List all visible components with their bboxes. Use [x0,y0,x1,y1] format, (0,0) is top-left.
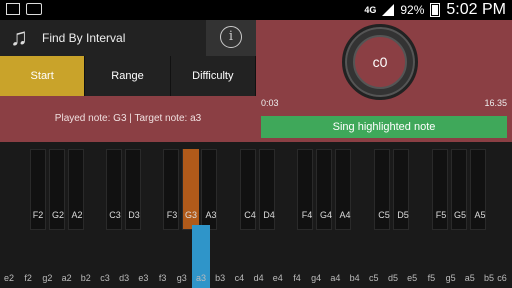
tab-bar: Start Range Difficulty [0,56,256,96]
network-type: 4G [364,5,377,15]
black-key-label: G3 [184,210,197,220]
sing-highlighted-note-button[interactable]: Sing highlighted note [261,116,507,138]
white-key-label[interactable]: f5 [421,273,441,283]
signal-icon [382,4,395,16]
info-panel: Played note: G3 | Target note: a3 [0,96,256,142]
white-key-label[interactable]: g2 [37,273,57,283]
battery-icon [430,3,441,17]
black-key-label: F5 [435,210,447,220]
white-key-label[interactable]: a3 [191,273,211,283]
black-key-label: G2 [51,210,64,220]
white-key-label[interactable]: b3 [210,273,230,283]
voicemail-icon [26,3,42,15]
white-key-label[interactable]: g3 [172,273,192,283]
played-target-text: Played note: G3 | Target note: a3 [54,113,202,124]
black-key-label: C3 [109,210,121,220]
white-key-label[interactable]: a4 [325,273,345,283]
white-key-label[interactable]: c4 [229,273,249,283]
black-key-label: A2 [71,210,83,220]
black-key-label: A4 [339,210,351,220]
clock: 5:02 PM [446,1,506,18]
music-notes-icon: ♫ [10,24,28,51]
white-key-label[interactable]: e2 [0,273,19,283]
pitch-panel: c0 0:03 16.35 Sing highlighted note [256,20,512,142]
black-key-label: D4 [263,210,275,220]
black-key-label: G4 [319,210,332,220]
white-key-label[interactable]: g4 [306,273,326,283]
info-icon: i [220,26,242,48]
detected-note: c0 [353,35,407,89]
white-key-label[interactable]: a2 [57,273,77,283]
white-key-label[interactable]: f3 [153,273,173,283]
white-key-label[interactable]: f2 [18,273,38,283]
white-key-label[interactable]: d4 [249,273,269,283]
white-key-label[interactable]: c3 [95,273,115,283]
white-key-label[interactable]: d3 [114,273,134,283]
white-key-label[interactable]: a5 [460,273,480,283]
elapsed-time: 0:03 [261,98,279,108]
black-key-label: F2 [32,210,44,220]
white-key-label[interactable]: b2 [76,273,96,283]
status-bar: 4G 92% 5:02 PM [0,0,512,20]
info-button[interactable]: i [206,20,256,56]
tab-start[interactable]: Start [0,56,86,96]
white-key-label[interactable]: e3 [133,273,153,283]
black-key-label: F4 [301,210,313,220]
white-key-label[interactable]: e4 [268,273,288,283]
white-key-label[interactable]: g5 [441,273,461,283]
white-key-label[interactable]: f4 [287,273,307,283]
black-key-label: C5 [378,210,390,220]
black-key-label: C4 [244,210,256,220]
tab-difficulty[interactable]: Difficulty [170,56,256,96]
white-key-label[interactable]: c5 [364,273,384,283]
battery-percent: 92% [400,3,425,17]
white-key-label[interactable]: d5 [383,273,403,283]
app-header: ♫ Find By Interval i [0,20,256,56]
black-key-label: G5 [453,210,466,220]
tab-range[interactable]: Range [85,56,171,96]
black-key-label: D3 [128,210,140,220]
black-key-label: A3 [205,210,217,220]
black-key-label: D5 [397,210,409,220]
pitch-dial: c0 [342,24,418,100]
black-key-label: A5 [474,210,486,220]
black-key-label: F3 [166,210,178,220]
white-key-label[interactable]: b4 [345,273,365,283]
white-key-label[interactable]: e5 [402,273,422,283]
app-title: Find By Interval [42,31,126,45]
total-time: 16.35 [484,98,507,108]
white-key-label[interactable]: c6 [492,273,512,283]
image-icon [6,3,20,15]
